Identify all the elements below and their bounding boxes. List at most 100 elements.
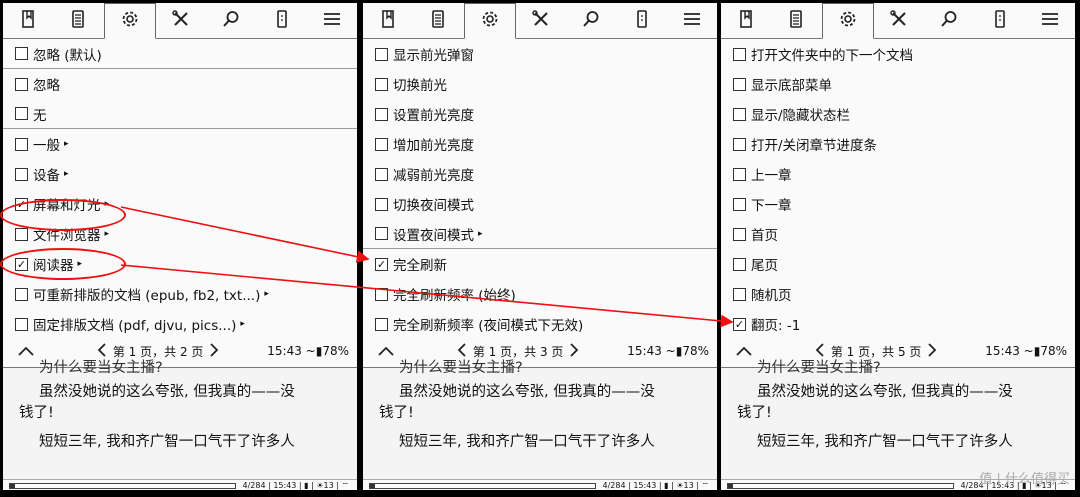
toolbar-device-tab[interactable]: [974, 3, 1024, 38]
checkbox[interactable]: [15, 317, 28, 331]
footer-info: 4/284 | 15:43 | ▮ | ☀13 | ⌔: [242, 480, 349, 490]
menu-item[interactable]: ✓ 翻页: -1: [721, 309, 1075, 339]
checkbox[interactable]: [15, 47, 28, 60]
menu-item[interactable]: 无: [3, 99, 357, 129]
checkbox[interactable]: [15, 167, 28, 181]
reader-line: 虽然没她说的这么夸张, 但我真的——没: [399, 384, 655, 400]
settings-panel-2: 显示前光弹窗 切换前光 设置前光亮度 增加前光亮度减弱前光亮度切换夜间模式 设置夜间模式…: [363, 3, 717, 490]
checkbox[interactable]: [733, 257, 746, 271]
menu-item[interactable]: ✓ 阅读器 ▸: [3, 249, 357, 279]
menu-item[interactable]: 显示/隐藏状态栏: [721, 99, 1075, 129]
toolbar-toc-tab[interactable]: [771, 3, 821, 38]
checkbox[interactable]: [375, 167, 388, 181]
checkbox[interactable]: [375, 317, 388, 331]
menu-item[interactable]: 完全刷新频率 (夜间模式下无效): [363, 309, 717, 339]
menu-item[interactable]: 设备 ▸: [3, 159, 357, 189]
toolbar-tools-tab[interactable]: [156, 3, 206, 38]
checkbox[interactable]: [375, 197, 388, 211]
menu-item[interactable]: 一般 ▸: [3, 129, 357, 159]
checkbox[interactable]: [375, 137, 388, 151]
menu-item[interactable]: 设置前光亮度: [363, 99, 717, 129]
toolbar-device-tab[interactable]: [256, 3, 306, 38]
submenu-arrow-icon: ▸: [104, 199, 110, 209]
checkbox[interactable]: ✓: [15, 197, 28, 211]
toolbar-device-tab[interactable]: [616, 3, 666, 38]
menu-item[interactable]: 首页: [721, 219, 1075, 249]
checkbox[interactable]: [15, 77, 28, 91]
checkbox[interactable]: [733, 197, 746, 211]
menu-item[interactable]: 打开/关闭章节进度条: [721, 129, 1075, 159]
next-page-button[interactable]: [569, 342, 579, 361]
checkbox[interactable]: [15, 107, 28, 120]
menu-item[interactable]: 完全刷新频率 (始终): [363, 279, 717, 309]
menu-item-label: 完全刷新频率 (夜间模式下无效): [393, 318, 584, 334]
footer-info: 4/284 | 15:43 | ▮ | ☀13 | ⌔: [602, 480, 709, 490]
reader-line: 短短三年, 我和齐广智一口气干了许多人: [757, 434, 1013, 450]
menu-item[interactable]: 显示前光弹窗: [363, 39, 717, 69]
watermark: 值 | 什么值得买: [979, 472, 1070, 487]
menu-item[interactable]: 文件浏览器 ▸: [3, 219, 357, 249]
menu-item[interactable]: 切换前光: [363, 69, 717, 99]
checkbox[interactable]: [733, 227, 746, 241]
reader-line: 钱了!: [19, 405, 54, 421]
menu-item-label: 减弱前光亮度: [393, 168, 474, 184]
toolbar-menu-tab[interactable]: [667, 3, 717, 38]
menu-item[interactable]: 减弱前光亮度: [363, 159, 717, 189]
settings-panel-1: 忽略 (默认) 忽略无一般 ▸ 设备 ▸ ✓ 屏幕和灯光 ▸ 文件浏览器 ▸ ✓ 阅读器 ▸ 可重新排版的…: [3, 3, 357, 490]
toolbar-tools-tab[interactable]: [516, 3, 566, 38]
toolbar-toc-tab[interactable]: [413, 3, 463, 38]
toolbar-bookmark-tab[interactable]: [3, 3, 53, 38]
toolbar-search-tab[interactable]: [206, 3, 256, 38]
checkbox[interactable]: [15, 227, 28, 241]
checkbox[interactable]: [733, 167, 746, 181]
submenu-arrow-icon: ▸: [264, 289, 269, 299]
menu-item[interactable]: ✓ 屏幕和灯光 ▸: [3, 189, 357, 219]
checkbox[interactable]: [15, 137, 28, 151]
checkbox[interactable]: [733, 77, 746, 91]
menu-item[interactable]: 固定排版文档 (pdf, djvu, pics...) ▸: [3, 309, 357, 339]
toolbar-search-tab[interactable]: [566, 3, 616, 38]
toolbar-bookmark-tab[interactable]: [363, 3, 413, 38]
checkbox[interactable]: ✓: [375, 257, 388, 271]
reader-footer: 4/284 | 15:43 | ▮ | ☀13 | ⌔: [363, 479, 717, 490]
checkbox[interactable]: ✓: [15, 257, 28, 271]
checkbox[interactable]: [15, 287, 28, 301]
checkbox[interactable]: [733, 137, 746, 151]
menu-item[interactable]: 设置夜间模式 ▸: [363, 219, 717, 249]
checkbox[interactable]: [375, 107, 388, 121]
menu-item[interactable]: ✓ 完全刷新: [363, 249, 717, 279]
menu-item-label: 上一章: [751, 168, 792, 184]
menu-item[interactable]: 显示底部菜单: [721, 69, 1075, 99]
next-page-button[interactable]: [209, 342, 219, 361]
chevron-up-icon: [18, 346, 34, 356]
menu-item[interactable]: 随机页: [721, 279, 1075, 309]
toolbar-menu-tab[interactable]: [1025, 3, 1075, 38]
checkbox[interactable]: ✓: [733, 317, 746, 331]
checkbox[interactable]: [375, 227, 388, 240]
checkbox[interactable]: [375, 77, 388, 91]
toolbar-bookmark-tab[interactable]: [721, 3, 771, 38]
menu-item[interactable]: 打开文件夹中的下一个文档: [721, 39, 1075, 69]
toolbar-toc-tab[interactable]: [53, 3, 103, 38]
menu-item[interactable]: 忽略: [3, 69, 357, 99]
menu-item[interactable]: 上一章: [721, 159, 1075, 189]
toolbar-menu-tab[interactable]: [307, 3, 357, 38]
toolbar-search-tab[interactable]: [924, 3, 974, 38]
checkbox[interactable]: [375, 287, 388, 301]
checkbox[interactable]: [733, 287, 746, 301]
menu-item[interactable]: 切换夜间模式: [363, 189, 717, 219]
toolbar-gear-tab[interactable]: [103, 3, 156, 39]
menu-item[interactable]: 尾页: [721, 249, 1075, 279]
menu-item[interactable]: 增加前光亮度: [363, 129, 717, 159]
checkbox[interactable]: [375, 47, 388, 61]
toolbar-tools-tab[interactable]: [874, 3, 924, 38]
toc-icon: [68, 9, 88, 33]
menu-item[interactable]: 忽略 (默认): [3, 39, 357, 69]
toolbar-gear-tab[interactable]: [463, 3, 516, 39]
checkbox[interactable]: [733, 47, 746, 61]
next-page-button[interactable]: [927, 342, 937, 361]
toolbar-gear-tab[interactable]: [821, 3, 874, 39]
checkbox[interactable]: [733, 107, 746, 121]
menu-item[interactable]: 下一章: [721, 189, 1075, 219]
menu-item[interactable]: 可重新排版的文档 (epub, fb2, txt...) ▸: [3, 279, 357, 309]
